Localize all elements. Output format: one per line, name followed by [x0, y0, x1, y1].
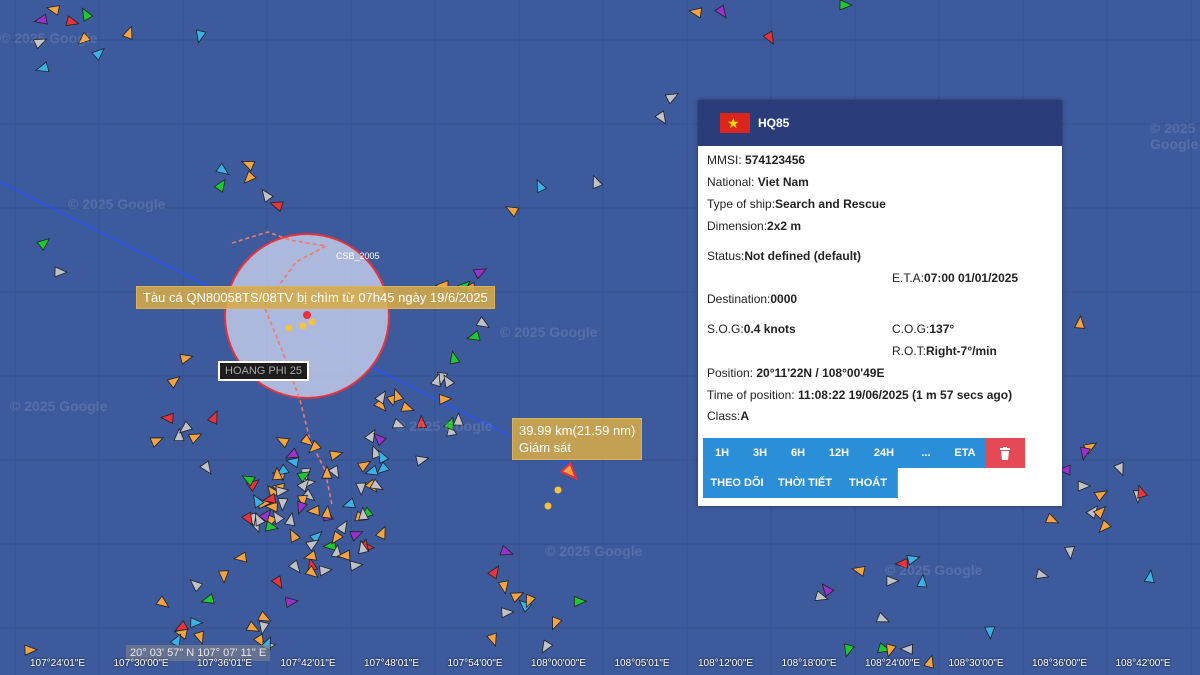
drift-point: [544, 502, 552, 510]
map-watermark: © 2025 Google: [395, 418, 493, 434]
longitude-label: 107°42'01"E: [280, 658, 336, 669]
drift-point: [299, 322, 307, 330]
drift-point: [554, 486, 562, 494]
map-watermark: © 2025 Google: [68, 196, 166, 212]
drift-point: [285, 324, 293, 332]
dimension-row: Dimension:2x2 m: [707, 219, 802, 233]
ship-info-panel: ★ HQ85 MMSI: 574123456 National: Viet Na…: [698, 100, 1062, 506]
nation-row: National: Viet Nam: [707, 175, 809, 189]
drift-point: [308, 318, 316, 326]
longitude-label: 107°54'00"E: [447, 658, 503, 669]
weather-button[interactable]: THỜI TIẾT: [771, 468, 840, 498]
longitude-label: 108°05'01"E: [614, 658, 670, 669]
class-row: Class:A: [707, 409, 750, 423]
measure-distance: 39.99 km(21.59 nm): [519, 423, 636, 438]
history-more-button[interactable]: ...: [907, 438, 946, 468]
history-12h-button[interactable]: 12H: [817, 438, 862, 468]
eta-button[interactable]: ETA: [945, 438, 986, 468]
panel-header: ★ HQ85: [698, 100, 1062, 146]
map-watermark: © 2025 Google: [545, 543, 643, 559]
history-24h-button[interactable]: 24H: [861, 438, 908, 468]
map-watermark: © 2025 Google: [500, 324, 598, 340]
longitude-label: 107°36'01"E: [197, 658, 253, 669]
longitude-label: 107°30'00"E: [113, 658, 169, 669]
csb-label: CSB_2005: [336, 251, 380, 261]
map-watermark: © 2025 Google: [885, 562, 983, 578]
rot-row: R.O.T:Right-7°/min: [892, 344, 997, 358]
mmsi-row: MMSI: 574123456: [707, 153, 806, 167]
longitude-label: 108°00'00"E: [531, 658, 587, 669]
ship-tag-hoang-phi[interactable]: HOANG PHI 25: [218, 361, 310, 381]
longitude-label: 108°18'00"E: [781, 658, 837, 669]
destination-row: Destination:0000: [707, 292, 798, 306]
eta-row: E.T.A:07:00 01/01/2025: [892, 271, 1019, 285]
position-row: Position: 20°11'22N / 108°00'49E: [707, 366, 885, 380]
longitude-label: 108°42'00"E: [1115, 658, 1171, 669]
longitude-label: 108°30'00"E: [948, 658, 1004, 669]
history-6h-button[interactable]: 6H: [779, 438, 818, 468]
incident-point[interactable]: [303, 311, 311, 319]
ship-name: HQ85: [758, 116, 790, 130]
incident-label[interactable]: Tàu cá QN80058TS/08TV bị chìm từ 07h45 n…: [136, 286, 495, 309]
vietnam-flag-icon: ★: [720, 113, 750, 133]
trash-icon: [1000, 446, 1010, 460]
measure-box: 39.99 km(21.59 nm) Giám sát: [512, 418, 643, 460]
map-watermark: © 2025 Google: [0, 30, 98, 46]
map-watermark: © 2025 Google: [10, 398, 108, 414]
longitude-label: 108°12'00"E: [698, 658, 754, 669]
longitude-label: 108°36'00"E: [1032, 658, 1088, 669]
longitude-label: 108°24'00"E: [865, 658, 921, 669]
cog-row: C.O.G:137°: [892, 322, 955, 336]
measure-note: Giám sát: [519, 440, 572, 455]
follow-button[interactable]: THEO DÕI: [703, 468, 772, 498]
longitude-label: 107°48'01"E: [364, 658, 420, 669]
map-watermark: © 2025 Google: [1150, 120, 1199, 152]
type-row: Type of ship:Search and Rescue: [707, 197, 886, 211]
time-row: Time of position: 11:08:22 19/06/2025 (1…: [707, 388, 1013, 402]
sog-row: S.O.G:0.4 knots: [707, 322, 796, 336]
delete-button[interactable]: [985, 438, 1025, 468]
status-row: Status:Not defined (default): [707, 249, 862, 263]
longitude-label: 107°24'01"E: [30, 658, 86, 669]
history-1h-button[interactable]: 1H: [703, 438, 742, 468]
exit-button[interactable]: THOÁT: [839, 468, 898, 498]
history-3h-button[interactable]: 3H: [741, 438, 780, 468]
